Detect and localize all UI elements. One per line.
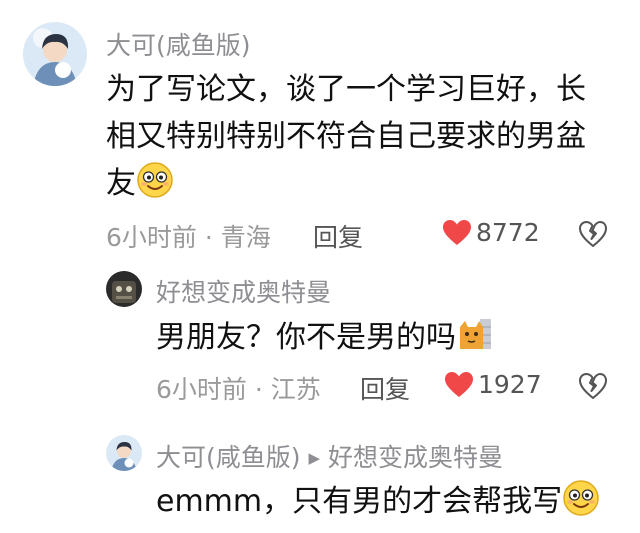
reply-time: 6小时前	[156, 375, 247, 404]
reply-to-user[interactable]: 好想变成奥特曼	[328, 443, 503, 472]
reply-button[interactable]: 回复	[313, 218, 363, 254]
comment-meta: 6小时前 · 青海	[106, 218, 271, 254]
user-avatar-icon	[106, 271, 142, 307]
reply-header: 大可(咸鱼版) ▶ 好想变成奥特曼	[156, 438, 503, 474]
like-count: 8772	[476, 218, 540, 247]
comment-time: 6小时前	[106, 223, 197, 252]
avatar[interactable]	[106, 271, 142, 307]
heart-filled-icon	[445, 371, 473, 397]
comment-author[interactable]: 大可(咸鱼版)	[106, 26, 251, 62]
dislike-button[interactable]	[578, 220, 608, 252]
like-button[interactable]: 8772	[442, 218, 540, 247]
comment-text-line-1: 为了写论文，谈了一个学习巨好，长	[106, 72, 586, 107]
comment-text-line-3: 友	[106, 160, 174, 213]
broken-heart-icon	[579, 221, 607, 247]
reply-author[interactable]: 好想变成奥特曼	[156, 273, 331, 309]
reply-author[interactable]: 大可(咸鱼版)	[156, 443, 301, 472]
smiling-face-emoji-icon	[562, 479, 600, 531]
separator-dot: ·	[254, 375, 263, 404]
reply-button[interactable]: 回复	[360, 370, 410, 406]
like-button[interactable]: 1927	[444, 370, 542, 399]
user-avatar-icon	[106, 435, 142, 471]
avatar[interactable]	[106, 435, 142, 471]
separator-dot: ·	[204, 223, 213, 252]
reply-meta: 6小时前 · 江苏	[156, 370, 321, 406]
reply-text: emmm，只有男的才会帮我写	[156, 478, 600, 531]
broken-heart-icon	[579, 373, 607, 399]
avatar[interactable]	[23, 22, 87, 86]
reply-arrow-icon: ▶	[308, 449, 321, 467]
heart-filled-icon	[443, 219, 471, 245]
smiling-face-emoji-icon	[136, 161, 174, 213]
reply-text: 男朋友？你不是男的吗	[156, 314, 492, 367]
reply-location: 江苏	[270, 375, 321, 404]
user-avatar-icon	[23, 22, 87, 86]
comment-location: 青海	[220, 223, 271, 252]
like-count: 1927	[478, 370, 542, 399]
cat-face-sticker-icon	[456, 315, 492, 367]
reply-text-content: emmm，只有男的才会帮我写	[156, 484, 563, 519]
comment-text-line-2: 相又特别特别不符合自己要求的男盆	[106, 119, 586, 154]
dislike-button[interactable]	[578, 372, 608, 404]
reply-text-content: 男朋友？你不是男的吗	[156, 320, 456, 355]
comment-text-last: 友	[106, 166, 136, 201]
